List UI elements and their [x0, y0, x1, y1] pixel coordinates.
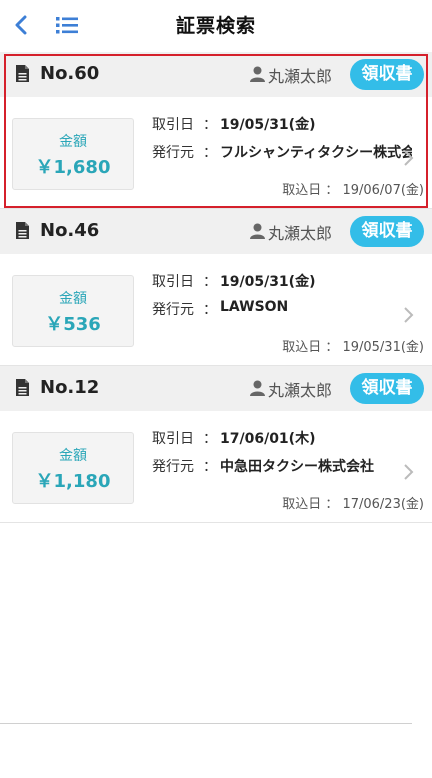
card-body[interactable]: 金額 ￥1,680 取引日 ： 19/05/31(金) 発行元 ： フルシャンテ…: [0, 97, 432, 209]
deal-date-label: 取引日: [152, 117, 194, 133]
card-header: No.12 丸瀬太郎 領収書: [0, 366, 432, 411]
person-icon: [250, 380, 265, 396]
deal-date-value: 19/05/31(金): [220, 274, 316, 290]
page-title: 証票検索: [175, 15, 256, 37]
receipt-number: No.12: [40, 377, 100, 398]
issuer-value: LAWSON: [220, 299, 289, 315]
receipt-type-button[interactable]: 領収書: [350, 59, 424, 90]
amount-value: ￥1,680: [35, 157, 111, 178]
amount-box: 金額 ￥1,180: [12, 432, 134, 504]
issuer-colon: ：: [203, 459, 217, 475]
deal-date-label: 取引日: [152, 431, 194, 447]
card-header: No.60 丸瀬太郎 領収書: [0, 52, 432, 97]
receipt-number: No.60: [40, 63, 100, 84]
issuer-value: フルシャンティタクシー株式会社: [220, 145, 412, 161]
receipt-type-button[interactable]: 領収書: [350, 216, 424, 247]
deal-date-value: 17/06/01(木): [220, 431, 316, 447]
chevron-right-icon[interactable]: [402, 463, 414, 481]
deal-date-value: 19/05/31(金): [220, 117, 316, 133]
chevron-right-icon[interactable]: [402, 306, 414, 324]
bottom-area: [0, 724, 432, 778]
receipt-card[interactable]: No.12 丸瀬太郎 領収書 金額 ￥1,180 取引日 ： 17/06/01(…: [0, 366, 432, 523]
receipt-card[interactable]: No.46 丸瀬太郎 領収書 金額 ￥536 取引日 ： 19/05/31(金)…: [0, 209, 432, 366]
import-date: 取込日 ： 17/06/23(金): [282, 497, 424, 512]
issuer-label: 発行元: [152, 302, 194, 318]
receipt-type-button[interactable]: 領収書: [350, 373, 424, 404]
amount-value: ￥1,180: [35, 471, 111, 492]
amount-value: ￥536: [45, 314, 101, 335]
user-name: 丸瀬太郎: [268, 224, 333, 243]
header-bar: 証票検索: [0, 0, 432, 50]
issuer-colon: ：: [203, 145, 217, 161]
document-icon: [16, 379, 29, 396]
person-icon: [250, 223, 265, 239]
deal-date-colon: ：: [203, 274, 217, 290]
receipt-card[interactable]: No.60 丸瀬太郎 領収書 金額 ￥1,680 取引日 ： 19/05/31(…: [0, 52, 432, 209]
amount-label: 金額: [59, 134, 87, 150]
issuer-label: 発行元: [152, 459, 194, 475]
import-date: 取込日 ： 19/06/07(金): [282, 183, 424, 198]
document-icon: [16, 65, 29, 82]
deal-date-label: 取引日: [152, 274, 194, 290]
card-body[interactable]: 金額 ￥536 取引日 ： 19/05/31(金) 発行元 ： LAWSON 取…: [0, 254, 432, 366]
amount-label: 金額: [59, 291, 87, 307]
receipt-list: No.60 丸瀬太郎 領収書 金額 ￥1,680 取引日 ： 19/05/31(…: [0, 52, 432, 523]
amount-box: 金額 ￥536: [12, 275, 134, 347]
issuer-value: 中急田タクシー株式会社: [220, 459, 374, 475]
card-body[interactable]: 金額 ￥1,180 取引日 ： 17/06/01(木) 発行元 ： 中急田タクシ…: [0, 411, 432, 523]
deal-date-colon: ：: [203, 117, 217, 133]
amount-box: 金額 ￥1,680: [12, 118, 134, 190]
chevron-right-icon[interactable]: [402, 149, 414, 167]
amount-label: 金額: [59, 448, 87, 464]
person-icon: [250, 66, 265, 82]
import-date: 取込日 ： 19/05/31(金): [282, 340, 424, 355]
deal-date-colon: ：: [203, 431, 217, 447]
receipt-number: No.46: [40, 220, 100, 241]
issuer-colon: ：: [203, 302, 217, 318]
user-name: 丸瀬太郎: [268, 381, 333, 400]
document-icon: [16, 222, 29, 239]
issuer-label: 発行元: [152, 145, 194, 161]
card-header: No.46 丸瀬太郎 領収書: [0, 209, 432, 254]
user-name: 丸瀬太郎: [268, 67, 333, 86]
